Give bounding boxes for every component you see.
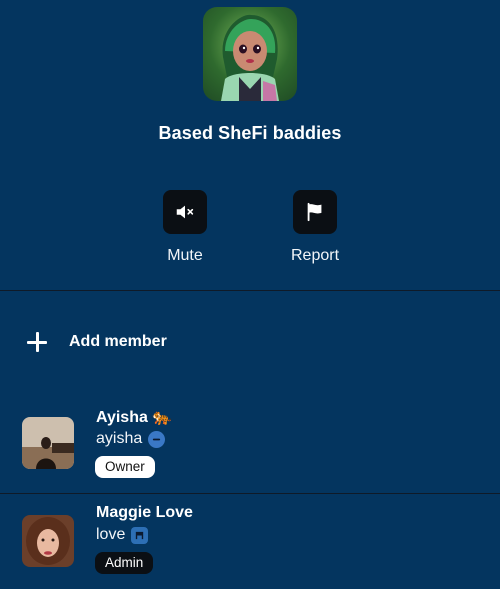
avatar — [22, 417, 74, 469]
group-avatar[interactable] — [203, 7, 297, 101]
flag-icon — [307, 202, 322, 222]
avatar-image — [22, 417, 74, 469]
role-badge: Admin — [95, 552, 154, 574]
member-handle-text: love — [96, 526, 126, 543]
verified-badge-icon — [148, 430, 166, 448]
report-action: Report — [255, 190, 375, 265]
member-handle: ayisha — [96, 430, 166, 448]
avatar-image — [22, 515, 74, 567]
member-handle: love — [96, 526, 149, 544]
mute-label[interactable]: Mute — [125, 247, 245, 265]
tiger-emoji: 🐅 — [152, 409, 173, 426]
member-row[interactable]: Maggie Love love Admin — [0, 497, 500, 587]
report-label[interactable]: Report — [255, 247, 375, 265]
avatar — [22, 515, 74, 567]
add-member-button[interactable]: Add member — [24, 328, 167, 356]
badge-glyph — [153, 438, 161, 440]
group-title: Based SheFi baddies — [158, 123, 342, 143]
farcaster-badge-icon — [131, 526, 149, 544]
member-name: Maggie Love — [96, 504, 193, 521]
mute-button[interactable] — [163, 190, 207, 234]
report-button[interactable] — [293, 190, 337, 234]
mute-action: Mute — [125, 190, 245, 265]
member-divider — [0, 493, 500, 494]
group-avatar-image — [221, 14, 279, 101]
speaker-muted-icon — [176, 205, 194, 219]
member-row[interactable]: Ayisha 🐅 ayisha Owner — [0, 400, 500, 490]
role-badge: Owner — [95, 456, 155, 478]
member-name-text: Ayisha — [96, 409, 148, 426]
plus-icon — [24, 329, 50, 355]
badge-glyph — [136, 531, 144, 539]
member-handle-text: ayisha — [96, 430, 143, 447]
add-member-label: Add member — [69, 333, 167, 350]
member-name: Ayisha 🐅 — [96, 407, 172, 427]
section-divider — [0, 290, 500, 291]
